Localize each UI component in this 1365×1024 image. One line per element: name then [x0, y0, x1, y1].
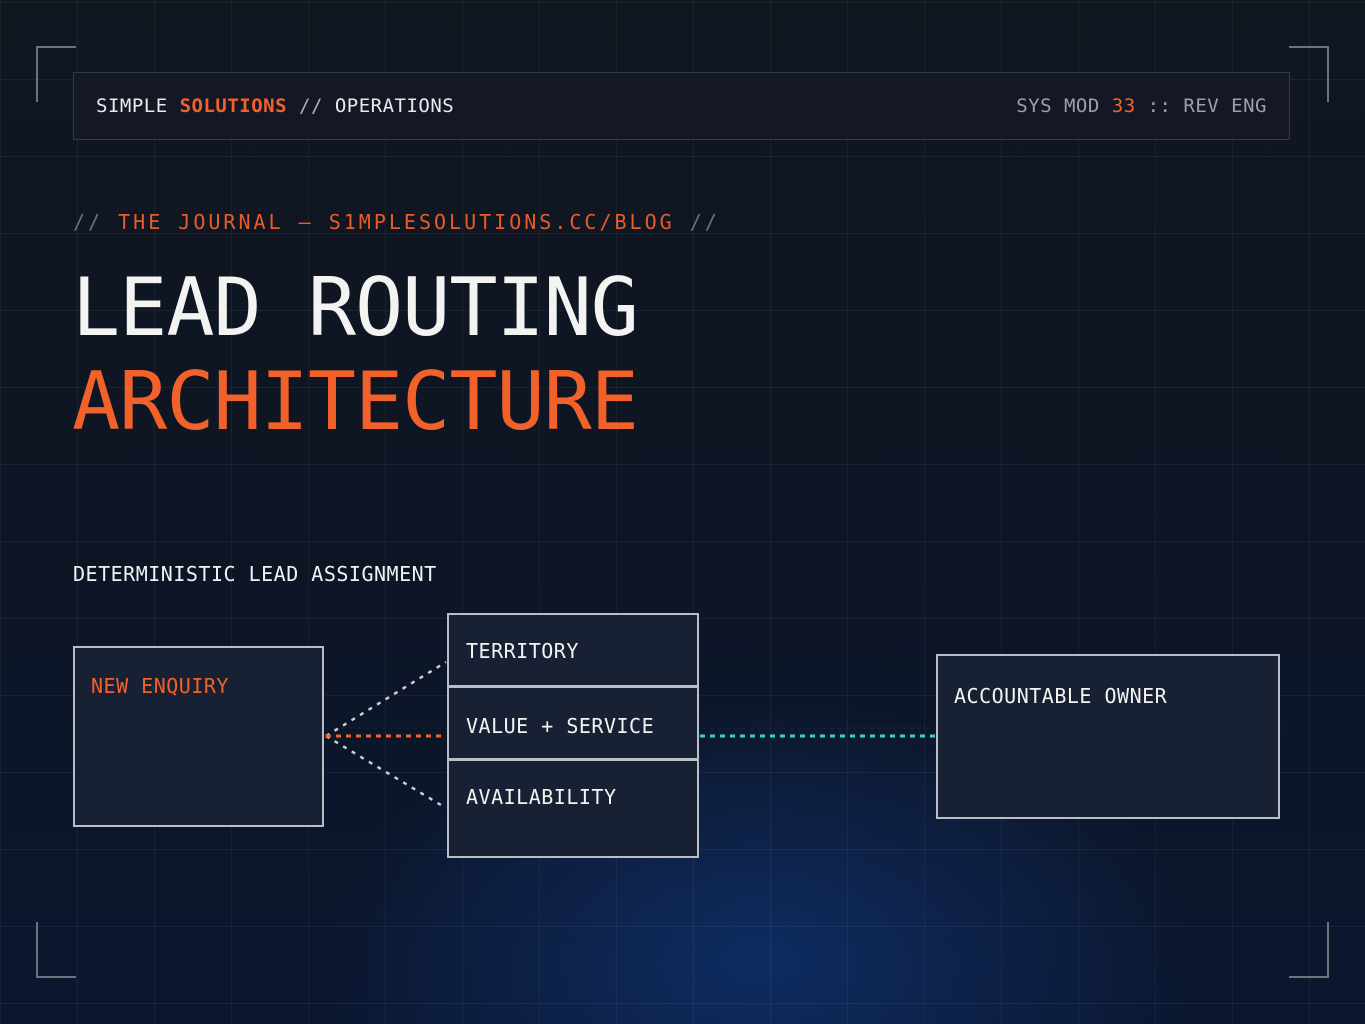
node-accountable-owner-label: ACCOUNTABLE OWNER — [954, 684, 1168, 708]
rule-territory: TERRITORY — [447, 613, 699, 687]
rule-territory-label: TERRITORY — [466, 639, 579, 663]
routing-rules-stack: TERRITORY VALUE + SERVICE AVAILABILITY — [447, 613, 699, 858]
node-new-enquiry: NEW ENQUIRY — [73, 646, 324, 827]
rule-value-service: VALUE + SERVICE — [447, 686, 699, 760]
node-accountable-owner: ACCOUNTABLE OWNER — [936, 654, 1280, 819]
rule-value-service-label: VALUE + SERVICE — [466, 714, 655, 738]
node-new-enquiry-label: NEW ENQUIRY — [91, 674, 229, 698]
connector-to-availability — [325, 734, 447, 810]
rule-availability-label: AVAILABILITY — [466, 785, 617, 809]
diagram-connectors — [325, 660, 1290, 810]
connector-to-territory — [325, 660, 447, 738]
rule-availability: AVAILABILITY — [447, 759, 699, 858]
